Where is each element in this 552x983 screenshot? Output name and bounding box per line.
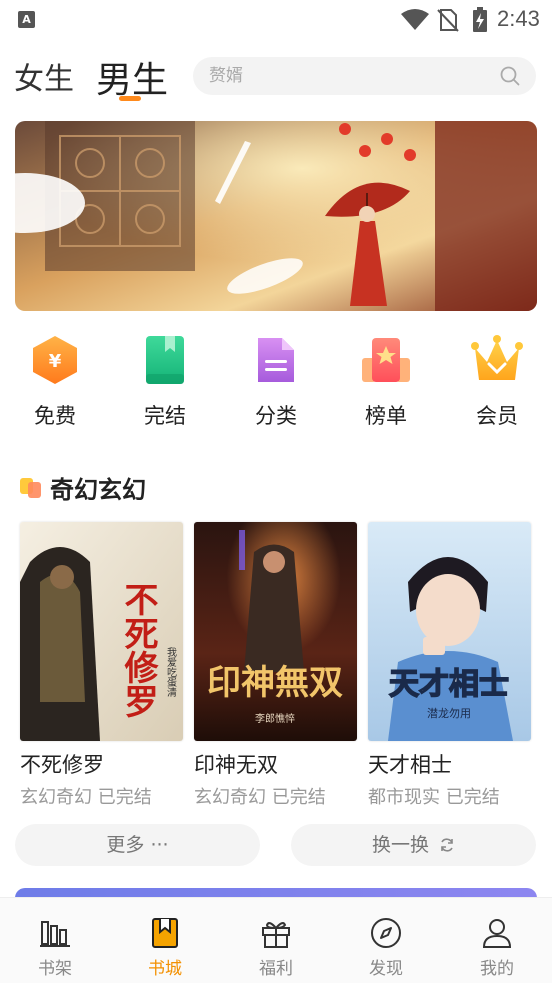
status-bar: A 2:43 [0,0,552,40]
book-card[interactable]: 印神無双 李郎憔悴 印神无双 玄幻奇幻 已完结 [194,522,359,809]
nav-bookstore[interactable]: 书城 [125,898,205,983]
nav-mine[interactable]: 我的 [457,898,537,983]
bookshelf-icon [40,921,70,947]
search-bar[interactable] [193,57,536,95]
document-list-icon [258,338,294,382]
section-marker-icon [20,478,41,498]
crown-icon [471,335,523,380]
ranking-star-icon [362,338,410,382]
category-label: 会员 [476,404,518,428]
wifi-icon [401,9,429,30]
book-bookmark-icon [146,336,184,384]
more-button-label: 更多 ··· [106,834,169,856]
nav-discover[interactable]: 发现 [346,898,426,983]
clock: 2:43 [497,6,540,31]
cover-author: 潜龙勿用 [427,706,471,720]
battery-charging-icon [473,7,487,32]
nav-label: 我的 [480,959,514,979]
nav-label: 书城 [148,959,182,979]
cover-title: 天才相士 [389,667,509,702]
nav-label: 福利 [259,959,293,979]
cover-author: 李郎憔悴 [255,712,295,725]
book-title: 天才相士 [368,753,452,777]
book-cover: 不死修罗 我爱吃蛋清 [20,522,183,741]
book-title: 不死修罗 [20,753,104,777]
tab-female[interactable]: 女生 [14,54,74,98]
book-card[interactable]: 天才相士 潜龙勿用 天才相士 都市现实 已完结 [368,522,533,809]
active-tab-indicator [119,96,141,101]
search-icon[interactable] [500,66,520,86]
book-title: 印神无双 [194,753,278,777]
book-cover: 印神無双 李郎憔悴 [194,522,357,741]
no-sim-icon [437,9,459,32]
bookstore-icon [152,918,178,948]
book-cover: 天才相士 潜龙勿用 [368,522,531,741]
book-meta: 玄幻奇幻 已完结 [20,787,152,808]
gift-icon [262,922,290,948]
swap-button[interactable]: 换一换 [291,824,536,866]
book-card[interactable]: 不死修罗 我爱吃蛋清 不死修罗 玄幻奇幻 已完结 [20,522,185,809]
category-label: 分类 [255,404,297,428]
book-meta: 玄幻奇幻 已完结 [194,787,326,808]
search-input[interactable] [209,57,489,95]
category-vip[interactable]: 会员 [457,334,537,430]
category-ranking[interactable]: 榜单 [346,334,426,430]
yuan-hexagon-icon: ¥ [33,336,77,384]
category-label: 完结 [144,404,186,428]
refresh-icon [441,838,453,852]
category-label: 榜单 [365,404,407,428]
book-meta: 都市现实 已完结 [368,787,500,808]
banner-illustration [15,121,537,311]
cover-author: 我爱吃蛋清 [165,647,177,698]
compass-icon [371,918,401,948]
swap-button-label: 换一换 [371,834,429,856]
category-free[interactable]: ¥ 免费 [15,334,95,430]
app-notification-icon: A [18,11,35,28]
category-completed[interactable]: 完结 [125,334,205,430]
bottom-nav: 书架 书城 福利 发现 我的 [0,897,552,983]
nav-welfare[interactable]: 福利 [236,898,316,983]
nav-label: 书架 [38,959,72,979]
section-title: 奇幻玄幻 [50,476,146,504]
nav-label: 发现 [369,959,403,979]
promo-banner[interactable] [15,121,537,311]
nav-bookshelf[interactable]: 书架 [15,898,95,983]
more-button[interactable]: 更多 ··· [15,824,260,866]
category-label: 免费 [34,404,76,428]
svg-text:¥: ¥ [49,351,62,372]
cover-title: 不死修罗 [118,582,159,718]
user-icon [482,919,512,948]
category-classify[interactable]: 分类 [236,334,316,430]
cover-title: 印神無双 [207,663,343,703]
